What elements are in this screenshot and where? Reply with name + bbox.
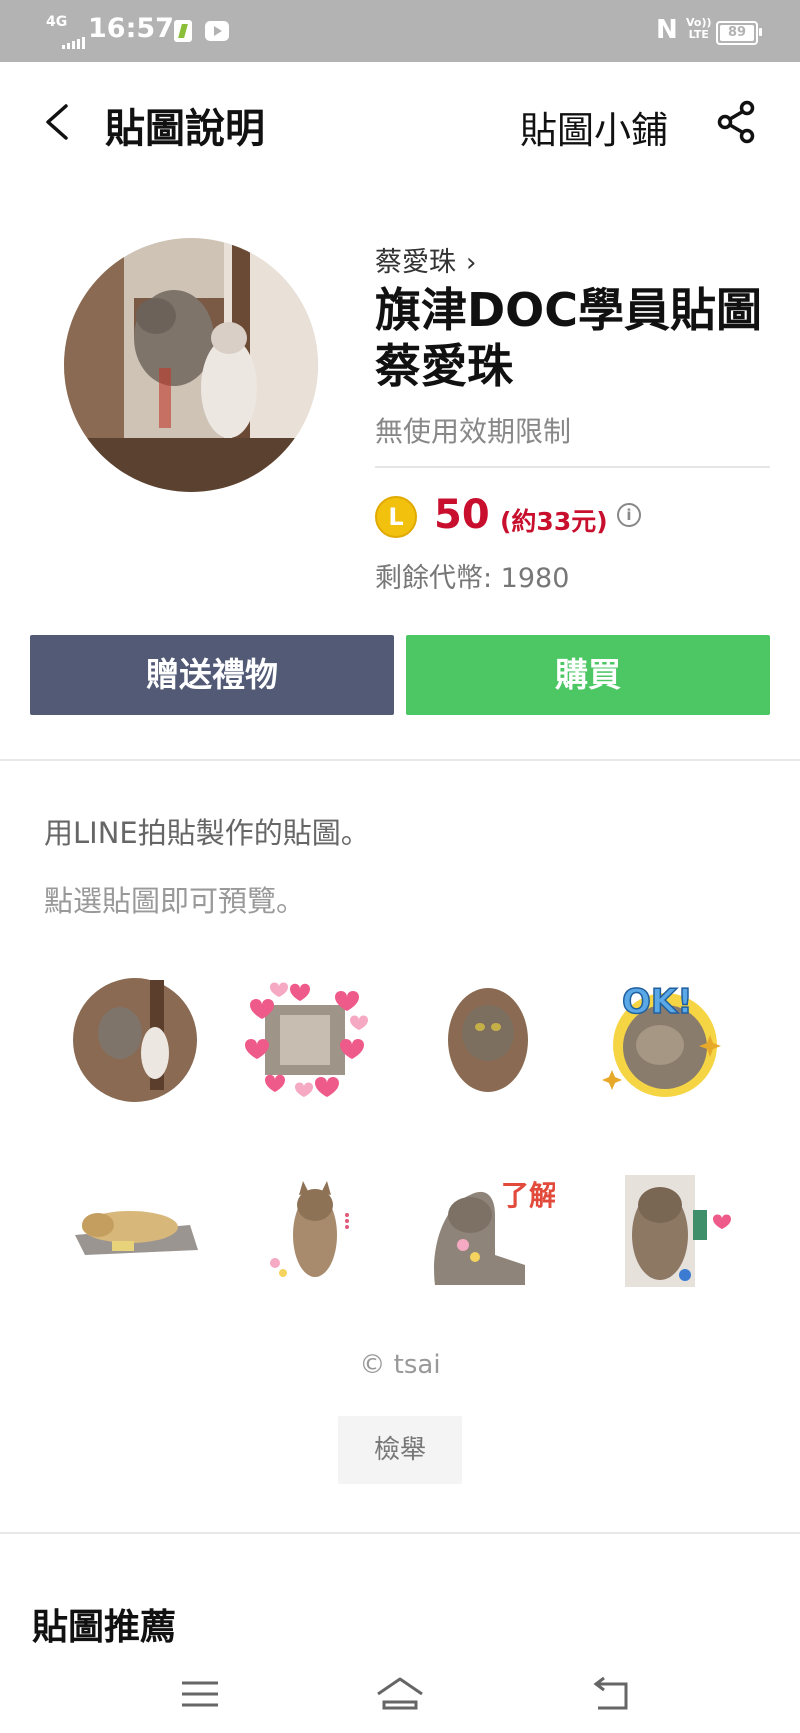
- price: 50: [434, 492, 490, 538]
- sticker-ok[interactable]: OK!: [600, 975, 730, 1105]
- battery-level: 89: [720, 25, 754, 41]
- share-icon[interactable]: [716, 100, 756, 144]
- sticker-oval-cat[interactable]: [423, 975, 553, 1105]
- section-divider: [0, 1532, 800, 1534]
- divider: [375, 466, 770, 468]
- nfc-icon: N: [656, 15, 678, 45]
- preview-hint: 點選貼圖即可預覽。: [44, 884, 306, 918]
- app-notification-icon: [174, 20, 192, 42]
- sticker-sitting-cat[interactable]: [255, 1175, 385, 1305]
- back-arrow-icon[interactable]: [44, 104, 70, 140]
- signal-icon: [62, 30, 87, 49]
- coin-icon: L: [375, 496, 417, 538]
- youtube-icon: [205, 21, 229, 41]
- sticker-cats-tower[interactable]: [70, 975, 200, 1105]
- author-link[interactable]: 蔡愛珠 ›: [375, 240, 476, 279]
- battery-icon: 89: [716, 21, 762, 45]
- volte-icon: Vo)) LTE: [686, 17, 712, 41]
- section-divider: [0, 759, 800, 761]
- info-icon[interactable]: i: [617, 503, 641, 527]
- status-bar: 4G 16:57 N Vo)) LTE 89: [0, 0, 800, 62]
- description-text: 用LINE拍貼製作的貼圖。: [44, 816, 370, 850]
- buy-button[interactable]: 購買: [406, 635, 770, 715]
- recommendations-title: 貼圖推薦: [32, 1607, 177, 1648]
- system-navigation-bar: [0, 1656, 800, 1733]
- sticker-shop-link[interactable]: 貼圖小鋪: [520, 100, 668, 154]
- clock: 16:57: [88, 13, 174, 44]
- sticker-cover-image[interactable]: [64, 238, 318, 492]
- sticker-understand[interactable]: 了解: [425, 1165, 555, 1295]
- author-name: 蔡愛珠: [375, 247, 456, 278]
- sticker-sleeping-cat[interactable]: [70, 1165, 200, 1295]
- sticker-hearts-frame[interactable]: [240, 975, 370, 1105]
- menu-icon[interactable]: [178, 1674, 222, 1714]
- sticker-understand-text: 了解: [501, 1179, 555, 1212]
- chevron-right-icon: ›: [466, 248, 477, 278]
- coins-remaining: 剩餘代幣: 1980: [375, 563, 570, 594]
- page-title: 貼圖說明: [105, 106, 265, 152]
- price-approx: (約33元): [500, 507, 608, 536]
- volte-line2: LTE: [688, 28, 709, 41]
- sticker-title: 旗津DOC學員貼圖蔡愛珠: [375, 283, 763, 393]
- sticker-thanks[interactable]: [605, 1165, 735, 1295]
- return-icon[interactable]: [588, 1674, 632, 1714]
- gift-button[interactable]: 贈送禮物: [30, 635, 394, 715]
- copyright-text: © tsai: [359, 1350, 441, 1380]
- network-type: 4G: [46, 14, 68, 30]
- validity-text: 無使用效期限制: [375, 415, 572, 448]
- sticker-ok-text: OK!: [622, 982, 693, 1022]
- home-icon[interactable]: [374, 1674, 426, 1714]
- report-button[interactable]: 檢舉: [338, 1416, 462, 1484]
